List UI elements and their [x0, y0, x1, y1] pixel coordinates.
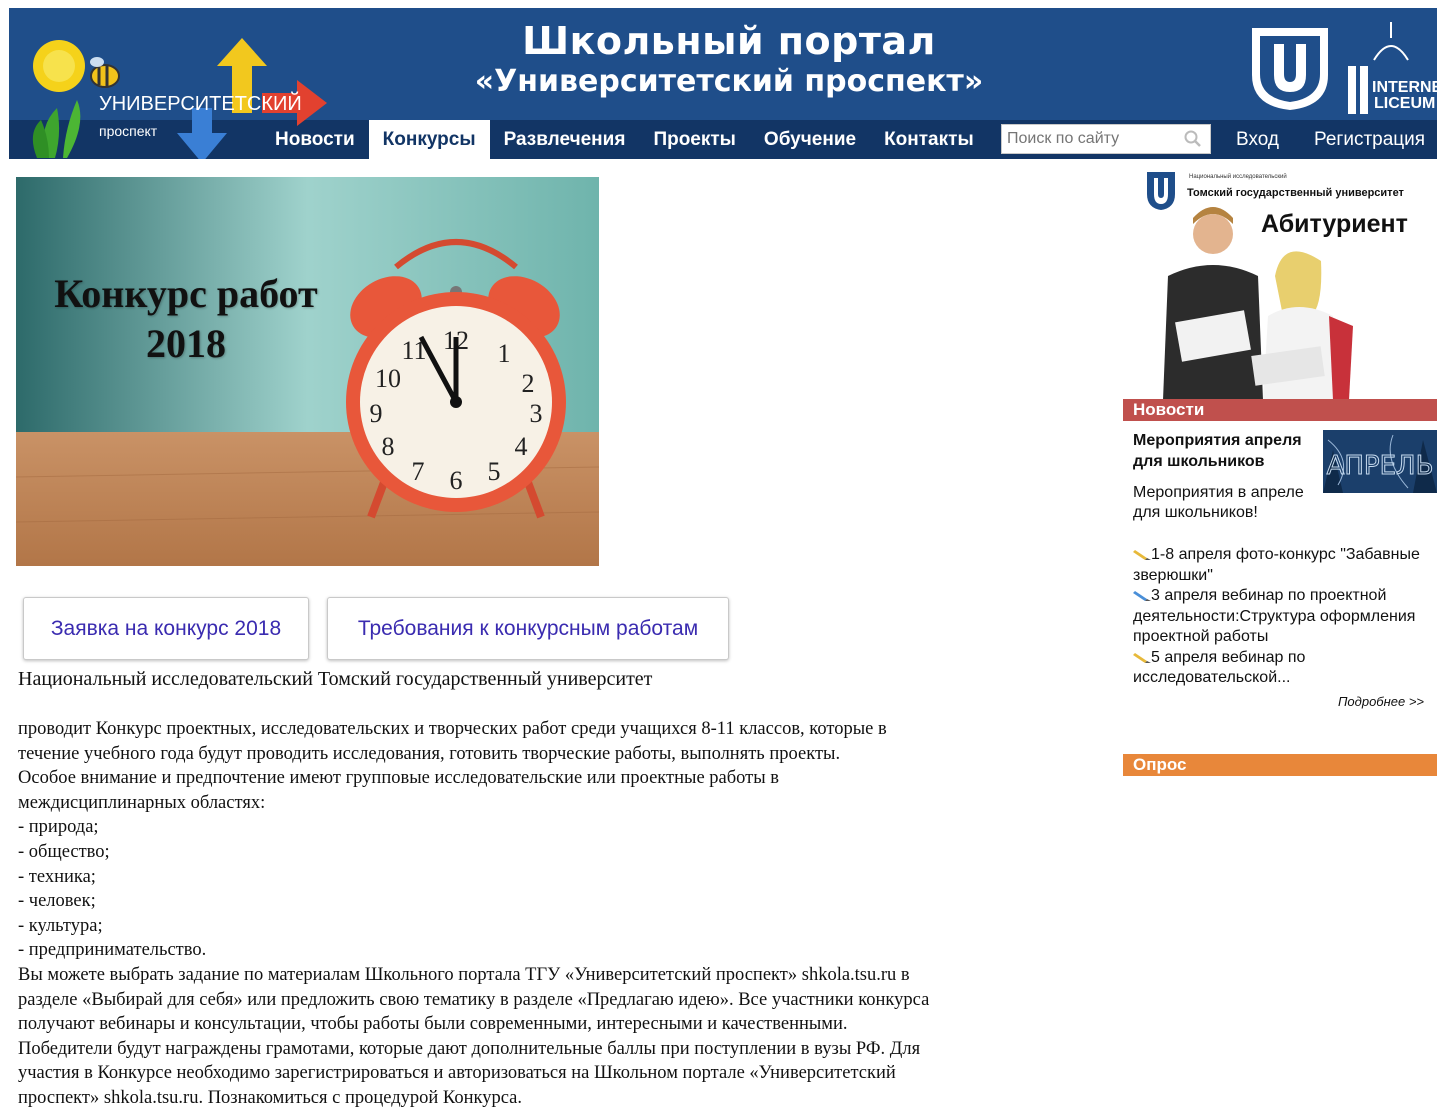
alarm-clock-image: 12 1 2 3 4 5 6 7 8 9 10 11	[16, 177, 599, 566]
logo-text-main: УНИВЕРСИТЕТСКИЙ	[99, 91, 302, 115]
site-title-line2: «Университетский проспект»	[474, 64, 984, 99]
list-item: - культура;	[18, 915, 103, 936]
svg-text:9: 9	[370, 399, 383, 428]
site-header: УНИВЕРСИТЕТСКИЙ проспект Школьный портал…	[9, 8, 1437, 159]
liceum-text-1: INTERNET	[1372, 79, 1437, 96]
news-title-link[interactable]: Мероприятия апреля для школьников	[1133, 430, 1323, 472]
organizer-text: Национальный исследовательский Томский г…	[18, 668, 653, 690]
ad-headline: Абитуриент	[1261, 210, 1408, 238]
svg-text:7: 7	[412, 457, 425, 486]
site-title-line1: Школьный портал	[522, 19, 936, 63]
paragraph-line: междисциплинарных областях:	[18, 792, 266, 813]
search-box	[1001, 124, 1211, 154]
login-link[interactable]: Вход	[1236, 120, 1279, 159]
application-button[interactable]: Заявка на конкурс 2018	[23, 597, 309, 660]
tsu-logo[interactable]	[1246, 20, 1334, 117]
svg-text:3: 3	[530, 399, 543, 428]
internet-liceum-logo[interactable]: INTERNET LICEUM	[1344, 20, 1437, 120]
list-item: 1-8 апреля фото-конкурс "Забавные зверюш…	[1133, 545, 1433, 586]
news-section-header: Новости	[1123, 399, 1437, 421]
nav-item-projects[interactable]: Проекты	[639, 120, 749, 159]
svg-text:2: 2	[522, 369, 535, 398]
banner-title-line2: 2018	[146, 321, 226, 366]
more-link[interactable]: Подробнее >>	[1338, 694, 1424, 709]
pencil-icon	[1133, 587, 1151, 601]
news-item-text: 5 апреля вебинар по исследовательской...	[1133, 648, 1306, 687]
svg-text:1: 1	[498, 339, 511, 368]
list-item: - природа;	[18, 817, 99, 838]
site-title: Школьный портал «Университетский проспек…	[449, 18, 1009, 100]
nav-item-entertainment[interactable]: Развлечения	[490, 120, 640, 159]
contest-description: проводит Конкурс проектных, исследовател…	[18, 717, 1103, 1111]
paragraph-line: проводит Конкурс проектных, исследовател…	[18, 719, 887, 739]
paragraph-line: проспект» shkola.tsu.ru. Познакомиться с…	[18, 1087, 522, 1108]
register-link[interactable]: Регистрация	[1314, 120, 1425, 159]
svg-text:4: 4	[515, 432, 528, 461]
liceum-text-2: LICEUM	[1374, 95, 1435, 112]
list-item: - предпринимательство.	[18, 940, 207, 961]
ad-org-small: Национальный исследовательский	[1189, 173, 1287, 180]
svg-text:10: 10	[375, 364, 401, 393]
pencil-icon	[1133, 649, 1151, 663]
news-list: 1-8 апреля фото-конкурс "Забавные зверюш…	[1133, 545, 1433, 689]
paragraph-line: участия в Конкурсе необходимо зарегистри…	[18, 1063, 896, 1084]
paragraph-line: Особое внимание и предпочтение имеют гру…	[18, 768, 780, 789]
svg-text:8: 8	[382, 432, 395, 461]
list-item: 5 апреля вебинар по исследовательской...	[1133, 648, 1433, 689]
paragraph-line: Победители будут награждены грамотами, к…	[18, 1038, 921, 1059]
contest-banner: 12 1 2 3 4 5 6 7 8 9 10 11 Конкурс работ…	[16, 177, 599, 566]
nav-item-contacts[interactable]: Контакты	[870, 120, 988, 159]
list-item: - общество;	[18, 841, 110, 862]
news-thumbnail[interactable]: АПРЕЛЬ	[1323, 430, 1437, 493]
news-description: Мероприятия в апреле для школьников!	[1133, 484, 1304, 521]
list-item: 3 апреля вебинар по проектной деятельнос…	[1133, 586, 1433, 648]
april-image-text: АПРЕЛЬ	[1327, 451, 1434, 481]
logo-text-sub: проспект	[99, 123, 158, 139]
nav-item-news[interactable]: Новости	[261, 120, 369, 159]
search-input[interactable]	[1002, 125, 1182, 153]
nav-item-education[interactable]: Обучение	[750, 120, 870, 159]
list-item: - человек;	[18, 891, 96, 912]
banner-title-line1: Конкурс работ	[54, 271, 318, 316]
abiturient-ad-image: Национальный исследовательский Томский г…	[1147, 172, 1408, 400]
requirements-button[interactable]: Требования к конкурсным работам	[327, 597, 729, 660]
liceum-building-icon: INTERNET LICEUM	[1348, 22, 1437, 114]
news-item-text: 3 апреля вебинар по проектной деятельнос…	[1133, 587, 1416, 645]
paragraph-line: получают вебинары и консультации, чтобы …	[18, 1014, 848, 1035]
news-item-text: 1-8 апреля фото-конкурс "Забавные зверюш…	[1133, 546, 1420, 584]
list-item: - техника;	[18, 866, 96, 887]
search-icon[interactable]	[1184, 130, 1202, 153]
paragraph-line: течение учебного года будут проводить ис…	[18, 743, 841, 764]
poll-section-header: Опрос	[1123, 754, 1437, 776]
svg-text:5: 5	[488, 457, 501, 486]
pencil-icon	[1133, 546, 1151, 560]
paragraph-line: разделе «Выбирай для себя» или предложит…	[18, 989, 930, 1010]
svg-text:6: 6	[450, 466, 463, 495]
nav-item-contests[interactable]: Конкурсы	[368, 120, 490, 159]
ad-org: Томский государственный университет	[1187, 187, 1405, 199]
tsu-shield-icon	[1252, 28, 1328, 110]
april-image: АПРЕЛЬ	[1323, 430, 1437, 493]
abiturient-ad[interactable]: Национальный исследовательский Томский г…	[1123, 166, 1437, 400]
paragraph-line: Вы можете выбрать задание по материалам …	[18, 964, 910, 985]
main-nav: Новости Конкурсы Развлечения Проекты Обу…	[261, 120, 988, 159]
